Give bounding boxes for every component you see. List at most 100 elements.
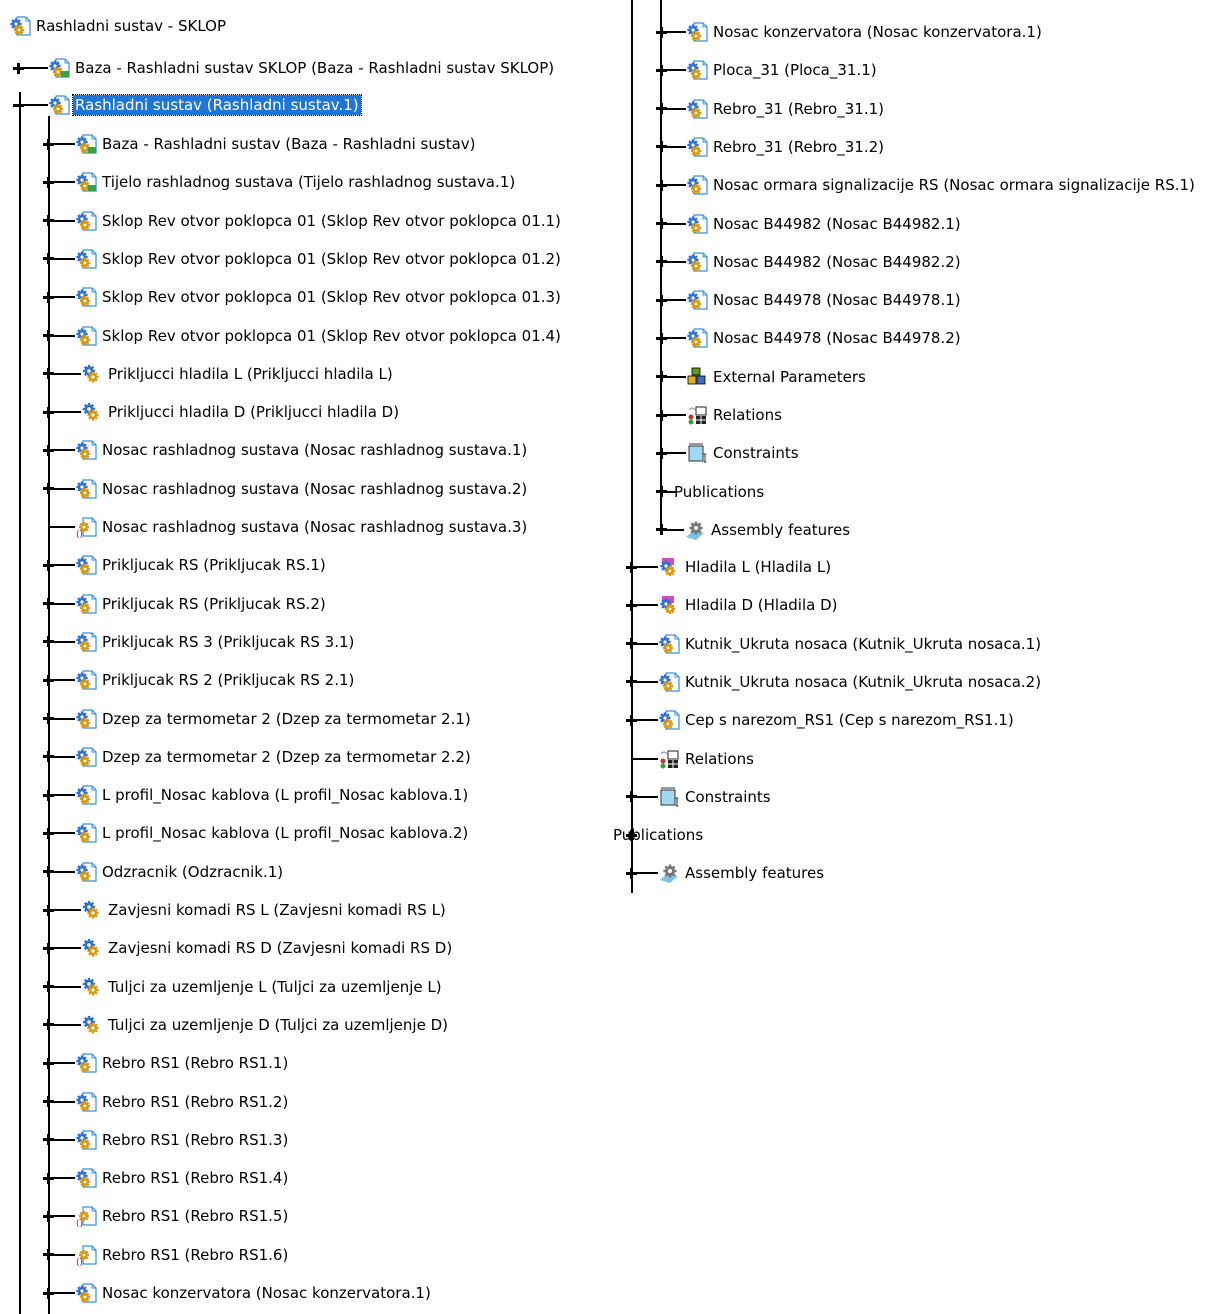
product-icon <box>75 210 97 232</box>
tree-node-rebro-rs1-rebro-rs1-2[interactable]: Rebro RS1 (Rebro RS1.2) <box>75 1091 290 1113</box>
product-icon <box>75 1282 97 1304</box>
tree-node-ploca-31-ploca-31-1[interactable]: Ploca_31 (Ploca_31.1) <box>686 59 879 81</box>
component-gear-icon <box>75 171 97 193</box>
tree-node-label: Prikljucak RS 2 (Prikljucak RS 2.1) <box>102 671 355 690</box>
tree-node-sklop-rev-otvor-poklopca-01-sklop-rev-otvor-poklopca-01-4[interactable]: Sklop Rev otvor poklopca 01 (Sklop Rev o… <box>75 325 563 347</box>
tree-node-rashladni-sustav-rashladni-sustav-1[interactable]: Rashladni sustav (Rashladni sustav.1) <box>48 94 362 116</box>
tree-node-rebro-rs1-rebro-rs1-6[interactable]: () Rebro RS1 (Rebro RS1.6) <box>75 1244 290 1266</box>
tree-node-dzep-za-termometar-2-dzep-za-termometar-2-2[interactable]: Dzep za termometar 2 (Dzep za termometar… <box>75 746 473 768</box>
tree-node-cep-s-narezom-rs1-cep-s-narezom-rs1-1[interactable]: Cep s narezom_RS1 (Cep s narezom_RS1.1) <box>658 709 1016 731</box>
tree-node-rebro-rs1-rebro-rs1-5[interactable]: () Rebro RS1 (Rebro RS1.5) <box>75 1205 290 1227</box>
tree-node-label: Dzep za termometar 2 (Dzep za termometar… <box>102 709 471 728</box>
tree-node-prikljucak-rs-2-prikljucak-rs-2-1[interactable]: Prikljucak RS 2 (Prikljucak RS 2.1) <box>75 669 356 691</box>
tree-node-nosac-b44978-nosac-b44978-2[interactable]: Nosac B44978 (Nosac B44978.2) <box>686 327 963 349</box>
tree-node-nosac-rashladnog-sustava-nosac-rashladnog-sustava-2[interactable]: Nosac rashladnog sustava (Nosac rashladn… <box>75 478 529 500</box>
collapse-node-button[interactable] <box>13 100 24 111</box>
tree-node-rebro-31-rebro-31-1[interactable]: Rebro_31 (Rebro_31.1) <box>686 98 886 120</box>
tree-node-label: Zavjesni komadi RS D (Zavjesni komadi RS… <box>108 939 453 958</box>
tree-node-rebro-rs1-rebro-rs1-1[interactable]: Rebro RS1 (Rebro RS1.1) <box>75 1052 290 1074</box>
tree-node-sklop-rev-otvor-poklopca-01-sklop-rev-otvor-poklopca-01-1[interactable]: Sklop Rev otvor poklopca 01 (Sklop Rev o… <box>75 210 563 232</box>
tree-node-sklop-rev-otvor-poklopca-01-sklop-rev-otvor-poklopca-01-3[interactable]: Sklop Rev otvor poklopca 01 (Sklop Rev o… <box>75 286 563 308</box>
tree-node-kutnik-ukruta-nosaca-kutnik-ukruta-nosaca-1[interactable]: Kutnik_Ukruta nosaca (Kutnik_Ukruta nosa… <box>658 633 1043 655</box>
tree-node-prikljucak-rs-prikljucak-rs-1[interactable]: Prikljucak RS (Prikljucak RS.1) <box>75 554 328 576</box>
tree-node-tijelo-rashladnog-sustava-tijelo-rashladnog-sustava-1[interactable]: Tijelo rashladnog sustava (Tijelo rashla… <box>75 171 517 193</box>
tree-node-label: Odzracnik (Odzracnik.1) <box>102 862 284 881</box>
tree-node-assembly-features[interactable]: Assembly features <box>684 519 852 541</box>
tree-node-baza-rashladni-sustav-baza-rashladni-sustav[interactable]: Baza - Rashladni sustav (Baza - Rashladn… <box>75 133 478 155</box>
expand-node-button[interactable] <box>626 676 637 688</box>
tree-node-nosac-konzervatora-nosac-konzervatora-1[interactable]: Nosac konzervatora (Nosac konzervatora.1… <box>686 21 1044 43</box>
tree-node-label: Sklop Rev otvor poklopca 01 (Sklop Rev o… <box>102 288 561 307</box>
tree-node-dzep-za-termometar-2-dzep-za-termometar-2-1[interactable]: Dzep za termometar 2 (Dzep za termometar… <box>75 708 473 730</box>
tree-node-rebro-31-rebro-31-2[interactable]: Rebro_31 (Rebro_31.2) <box>686 136 886 158</box>
component-icon <box>81 401 103 423</box>
tree-node-relations[interactable]: Relations <box>658 748 756 770</box>
tree-node-odzracnik-odzracnik-1[interactable]: Odzracnik (Odzracnik.1) <box>75 861 285 883</box>
expand-node-button[interactable] <box>13 62 24 74</box>
tree-node-label: Relations <box>685 749 754 768</box>
tree-node-baza-rashladni-sustav-sklop-baza-rashladni-sustav-sklop[interactable]: Baza - Rashladni sustav SKLOP (Baza - Ra… <box>48 57 556 79</box>
tree-line-root <box>19 92 21 1314</box>
tree-node-zavjesni-komadi-rs-d-zavjesni-komadi-rs-d[interactable]: Zavjesni komadi RS D (Zavjesni komadi RS… <box>81 937 454 959</box>
product-icon <box>75 1129 97 1151</box>
tree-node-hladila-l-hladila-l[interactable]: Hladila L (Hladila L) <box>658 556 833 578</box>
tree-node-tuljci-za-uzemljenje-l-tuljci-za-uzemljenje-l[interactable]: Tuljci za uzemljenje L (Tuljci za uzemlj… <box>81 976 444 998</box>
tree-node-rebro-rs1-rebro-rs1-4[interactable]: Rebro RS1 (Rebro RS1.4) <box>75 1167 290 1189</box>
tree-node-label: Nosac B44978 (Nosac B44978.2) <box>713 329 961 348</box>
tree-node-sklop-rev-otvor-poklopca-01-sklop-rev-otvor-poklopca-01-2[interactable]: Sklop Rev otvor poklopca 01 (Sklop Rev o… <box>75 248 563 270</box>
tree-node-label: Baza - Rashladni sustav SKLOP (Baza - Ra… <box>75 59 555 77</box>
tree-node-prikljucak-rs-prikljucak-rs-2[interactable]: Prikljucak RS (Prikljucak RS.2) <box>75 593 328 615</box>
tree-node-nosac-rashladnog-sustava-nosac-rashladnog-sustava-3[interactable]: () Nosac rashladnog sustava (Nosac rashla… <box>75 516 529 538</box>
tree-node-external-parameters[interactable]: External Parameters <box>686 366 868 388</box>
component-gear-icon <box>48 57 70 79</box>
tree-node-relations[interactable]: Relations <box>686 404 784 426</box>
constraints-icon <box>658 786 680 808</box>
tree-node-tuljci-za-uzemljenje-d-tuljci-za-uzemljenje-d[interactable]: Tuljci za uzemljenje D (Tuljci za uzemlj… <box>81 1014 450 1036</box>
tree-node-l-profil-nosac-kablova-l-profil-nosac-kablova-1[interactable]: L profil_Nosac kablova (L profil_Nosac k… <box>75 784 470 806</box>
tree-node-nosac-b44982-nosac-b44982-1[interactable]: Nosac B44982 (Nosac B44982.1) <box>686 213 963 235</box>
expand-node-button[interactable] <box>626 638 637 650</box>
expand-node-button[interactable] <box>626 561 637 573</box>
tree-node-rashladni-sustav-sklop[interactable]: Rashladni sustav - SKLOP <box>9 15 228 37</box>
product-icon <box>658 633 680 655</box>
tree-node-label: Nosac rashladnog sustava (Nosac rashladn… <box>102 441 528 460</box>
tree-node-constraints[interactable]: Constraints <box>658 786 773 808</box>
product-icon <box>75 1052 97 1074</box>
tree-node-nosac-rashladnog-sustava-nosac-rashladnog-sustava-1[interactable]: Nosac rashladnog sustava (Nosac rashladn… <box>75 439 529 461</box>
product-icon <box>686 21 708 43</box>
tree-node-nosac-b44982-nosac-b44982-2[interactable]: Nosac B44982 (Nosac B44982.2) <box>686 251 963 273</box>
tree-node-label: Constraints <box>713 444 799 463</box>
expand-node-button[interactable] <box>626 714 637 726</box>
tree-node-publications[interactable]: Publications <box>611 824 705 846</box>
product-icon <box>686 289 708 311</box>
tree-node-publications[interactable]: Publications <box>672 481 766 503</box>
product-icon <box>75 593 97 615</box>
tree-node-prikljucci-hladila-d-prikljucci-hladila-d[interactable]: Prikljucci hladila D (Prikljucci hladila… <box>81 401 401 423</box>
tree-node-label: Publications <box>613 826 704 845</box>
product-icon <box>75 861 97 883</box>
tree-node-label: Cep s narezom_RS1 (Cep s narezom_RS1.1) <box>685 711 1014 730</box>
tree-node-l-profil-nosac-kablova-l-profil-nosac-kablova-2[interactable]: L profil_Nosac kablova (L profil_Nosac k… <box>75 822 470 844</box>
tree-node-prikljucci-hladila-l-prikljucci-hladila-l[interactable]: Prikljucci hladila L (Prikljucci hladila… <box>81 363 395 385</box>
tree-node-zavjesni-komadi-rs-l-zavjesni-komadi-rs-l[interactable]: Zavjesni komadi RS L (Zavjesni komadi RS… <box>81 899 448 921</box>
component-icon <box>81 937 103 959</box>
tree-node-label: Sklop Rev otvor poklopca 01 (Sklop Rev o… <box>102 326 561 345</box>
tree-node-rebro-rs1-rebro-rs1-3[interactable]: Rebro RS1 (Rebro RS1.3) <box>75 1129 290 1151</box>
tree-node-nosac-ormara-signalizacije-rs-nosac-ormara-signalizacije-rs-1[interactable]: Nosac ormara signalizacije RS (Nosac orm… <box>686 174 1197 196</box>
tree-node-label: Rebro RS1 (Rebro RS1.3) <box>102 1130 289 1149</box>
tree-node-assembly-features[interactable]: Assembly features <box>658 862 826 884</box>
tree-node-prikljucak-rs-3-prikljucak-rs-3-1[interactable]: Prikljucak RS 3 (Prikljucak RS 3.1) <box>75 631 356 653</box>
product-icon <box>686 98 708 120</box>
tree-node-nosac-konzervatora-nosac-konzervatora-1[interactable]: Nosac konzervatora (Nosac konzervatora.1… <box>75 1282 433 1304</box>
expand-node-button[interactable] <box>626 791 637 803</box>
tree-line-left-children <box>48 116 50 1314</box>
tree-node-kutnik-ukruta-nosaca-kutnik-ukruta-nosaca-2[interactable]: Kutnik_Ukruta nosaca (Kutnik_Ukruta nosa… <box>658 671 1043 693</box>
expand-node-button[interactable] <box>626 867 637 879</box>
expand-node-button[interactable] <box>626 599 637 611</box>
tree-node-hladila-d-hladila-d[interactable]: Hladila D (Hladila D) <box>658 594 839 616</box>
tree-node-label: Hladila D (Hladila D) <box>685 596 838 615</box>
tree-node-nosac-b44978-nosac-b44978-1[interactable]: Nosac B44978 (Nosac B44978.1) <box>686 289 963 311</box>
tree-node-constraints[interactable]: Constraints <box>686 442 801 464</box>
product-icon <box>75 1091 97 1113</box>
product-icon <box>75 554 97 576</box>
